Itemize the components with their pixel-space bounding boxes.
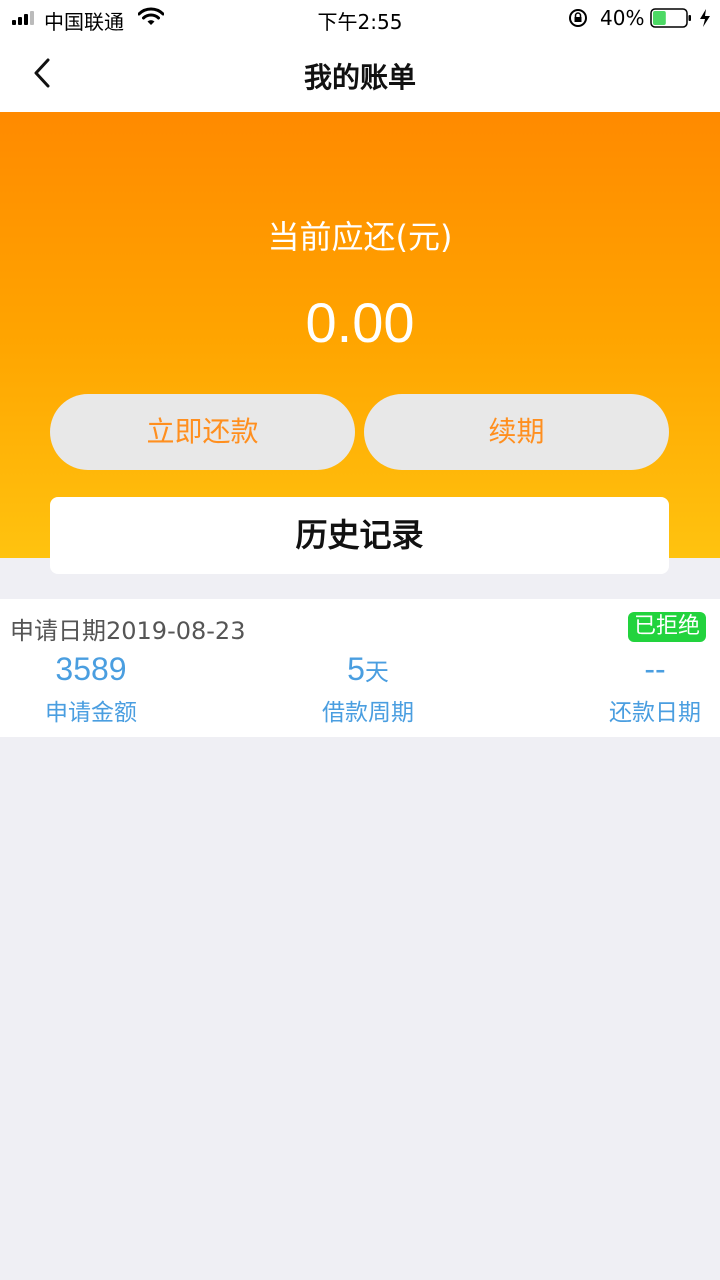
loan-period-value: 5 — [347, 651, 365, 687]
apply-date: 申请日期2019-08-23 — [10, 617, 246, 645]
apply-amount: 3589 — [55, 651, 127, 687]
repay-now-button[interactable]: 立即还款 — [50, 394, 355, 470]
apply-amount-label: 申请金额 — [45, 700, 137, 726]
page-title: 我的账单 — [303, 61, 416, 94]
amount-column: 3589 申请金额 — [40, 647, 142, 727]
history-button[interactable]: 历史记录 — [50, 497, 669, 574]
renew-button[interactable]: 续期 — [364, 394, 669, 470]
repay-date-column: -- 还款日期 — [604, 647, 706, 727]
list-item[interactable]: 申请日期2019-08-23 已拒绝 3589 申请金额 5天 借款周期 -- … — [0, 599, 720, 737]
due-label: 当前应还(元) — [267, 218, 453, 256]
loan-period-unit: 天 — [364, 658, 389, 686]
battery-percent: 40% — [600, 6, 645, 30]
battery-icon — [650, 8, 691, 28]
status-badge: 已拒绝 — [628, 612, 707, 642]
repay-date: -- — [644, 651, 666, 687]
loan-period-label: 借款周期 — [322, 700, 414, 726]
rotation-lock-icon — [569, 9, 587, 27]
due-amount: 0.00 — [305, 291, 415, 354]
repay-date-label: 还款日期 — [609, 700, 701, 726]
period-column: 5天 借款周期 — [316, 647, 420, 727]
loan-period: 5天 — [316, 647, 420, 691]
status-bar: 中国联通 下午2:55 40% — [0, 0, 720, 36]
charging-icon — [700, 9, 710, 27]
nav-bar: 我的账单 — [0, 36, 720, 112]
bill-summary: 当前应还(元) 0.00 立即还款 续期 — [0, 112, 720, 558]
